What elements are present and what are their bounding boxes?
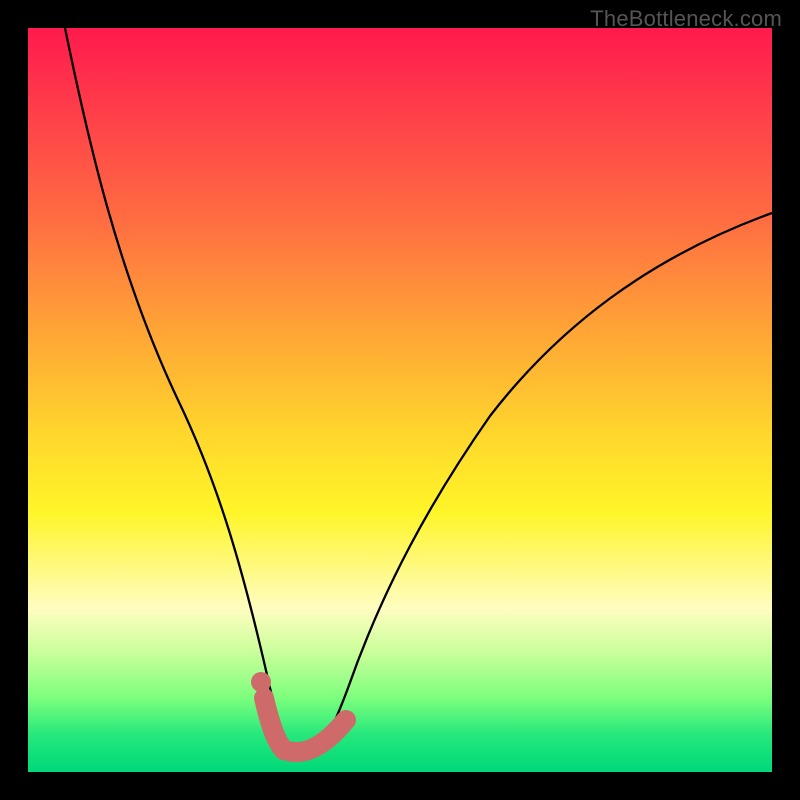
bottleneck-curve [65,28,772,753]
chart-gradient-panel [28,28,772,772]
highlight-right-segment [284,720,346,752]
watermark-text: TheBottleneck.com [590,6,782,32]
bottleneck-plot [28,28,772,772]
highlight-dot [251,672,271,692]
